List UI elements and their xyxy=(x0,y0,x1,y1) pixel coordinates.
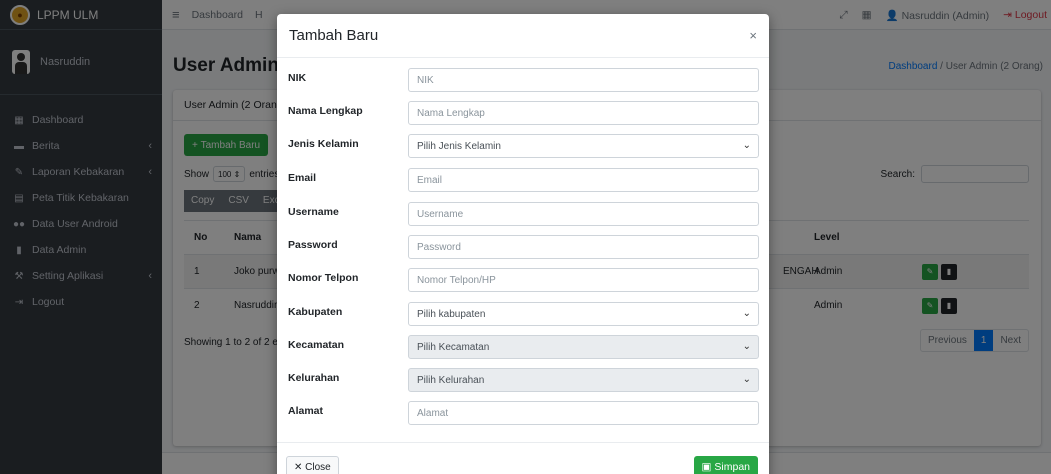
nik-input[interactable] xyxy=(408,68,759,92)
save-button-label: Simpan xyxy=(714,461,750,473)
chevron-down-icon: ⌄ xyxy=(742,308,751,319)
modal-footer: ✕ Close ▣ Simpan xyxy=(277,442,769,474)
form-row-kabupaten: Kabupaten Pilih kabupaten ⌄ xyxy=(277,302,769,326)
times-icon: ✕ xyxy=(294,461,303,473)
nomor-telpon-label: Nomor Telpon xyxy=(288,272,359,284)
chevron-down-icon: ⌄ xyxy=(742,140,751,151)
jenis-kelamin-label: Jenis Kelamin xyxy=(288,138,359,150)
kecamatan-select: Pilih Kecamatan ⌄ xyxy=(408,335,759,359)
chevron-down-icon: ⌄ xyxy=(742,374,751,385)
password-label: Password xyxy=(288,239,338,251)
nomor-telpon-input[interactable] xyxy=(408,268,759,292)
save-icon: ▣ xyxy=(701,461,712,473)
nik-label: NIK xyxy=(288,72,307,84)
kabupaten-select[interactable]: Pilih kabupaten ⌄ xyxy=(408,302,759,326)
form-row-nomor-telpon: Nomor Telpon xyxy=(277,268,769,292)
form-row-nik: NIK xyxy=(277,68,769,92)
save-button[interactable]: ▣ Simpan xyxy=(693,456,758,474)
modal-header: Tambah Baru × xyxy=(277,14,769,58)
password-input[interactable] xyxy=(408,235,759,259)
form-row-alamat: Alamat xyxy=(277,401,769,425)
close-button[interactable]: ✕ Close xyxy=(286,456,339,474)
nama-lengkap-label: Nama Lengkap xyxy=(288,105,363,117)
close-button-label: Close xyxy=(305,461,331,473)
form-row-username: Username xyxy=(277,202,769,226)
username-label: Username xyxy=(288,206,339,218)
email-field[interactable] xyxy=(408,168,759,192)
alamat-label: Alamat xyxy=(288,405,324,417)
form-row-password: Password xyxy=(277,235,769,259)
kecamatan-value: Pilih Kecamatan xyxy=(417,341,490,353)
jenis-kelamin-select[interactable]: Pilih Jenis Kelamin ⌄ xyxy=(408,134,759,158)
kelurahan-select: Pilih Kelurahan ⌄ xyxy=(408,368,759,392)
email-label: Email xyxy=(288,172,317,184)
kabupaten-label: Kabupaten xyxy=(288,306,343,318)
form-row-kecamatan: Kecamatan Pilih Kecamatan ⌄ xyxy=(277,335,769,359)
nama-lengkap-input[interactable] xyxy=(408,101,759,125)
close-icon[interactable]: × xyxy=(749,28,757,43)
modal-title: Tambah Baru xyxy=(289,27,379,44)
form-row-nama-lengkap: Nama Lengkap xyxy=(277,101,769,125)
alamat-input[interactable] xyxy=(408,401,759,425)
form-row-kelurahan: Kelurahan Pilih Kelurahan ⌄ xyxy=(277,368,769,392)
form-row-jenis-kelamin: Jenis Kelamin Pilih Jenis Kelamin ⌄ xyxy=(277,134,769,158)
form-row-email: Email xyxy=(277,168,769,192)
kecamatan-label: Kecamatan xyxy=(288,339,345,351)
kelurahan-label: Kelurahan xyxy=(288,372,340,384)
kelurahan-value: Pilih Kelurahan xyxy=(417,374,485,386)
kabupaten-value: Pilih kabupaten xyxy=(417,308,486,320)
add-admin-modal: Tambah Baru × NIK Nama Lengkap Jenis Kel… xyxy=(277,14,769,474)
chevron-down-icon: ⌄ xyxy=(742,341,751,352)
jenis-kelamin-value: Pilih Jenis Kelamin xyxy=(417,140,501,152)
username-input[interactable] xyxy=(408,202,759,226)
